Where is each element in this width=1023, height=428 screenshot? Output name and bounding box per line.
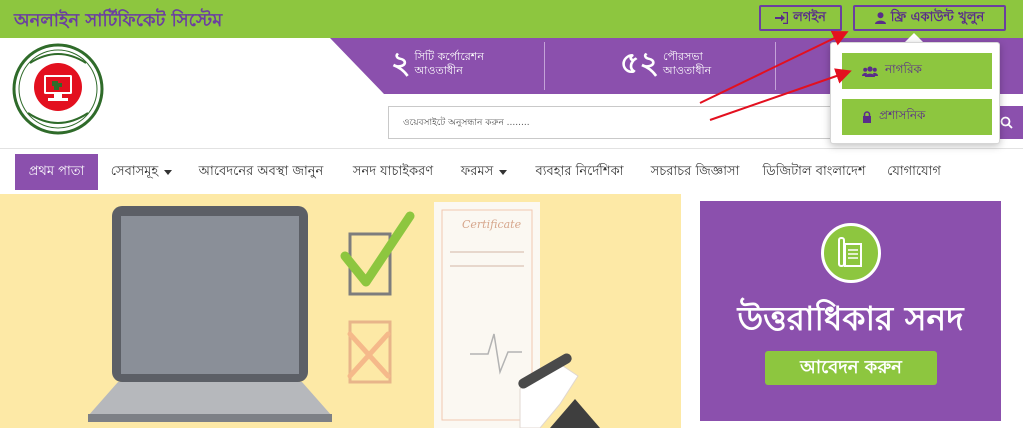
nav-certificate-verify[interactable]: সনদ যাচাইকরণ [341,154,445,190]
dropdown-citizen[interactable]: নাগরিক [842,53,992,89]
nav-contact-label: যোগাযোগ [887,163,941,179]
city-corporation-text: সিটি কর্পোরেশন আওতাধীন [415,50,484,79]
search-input[interactable]: ওয়েবসাইটে অনুসন্ধান করুন ........ [388,106,838,139]
page: অনলাইন সার্টিফিকেট সিস্টেম লগইন ফ্রি একা… [0,0,1023,428]
nav-digital-bangladesh-label: ডিজিটাল বাংলাদেশ [762,163,866,179]
dropdown-citizen-label: নাগরিক [885,62,922,76]
dropdown-administrative[interactable]: প্রশাসনিক [842,99,992,135]
nav-application-status-label: আবেদনের অবস্থা জানুন [198,163,324,179]
nav-services[interactable]: সেবাসমূহ [102,154,181,190]
dropdown-caret [905,33,923,42]
municipality-stat: ৫২ পৌরসভা আওতাধীন [620,44,711,84]
banner-title: উত্তরাধিকার সনদ [737,299,964,338]
signup-label: ফ্রি একাউন্ট খুলুন [890,9,985,25]
user-icon [874,12,886,24]
search-placeholder: ওয়েবসাইটে অনুসন্ধান করুন ........ [403,118,530,128]
document-icon [838,237,862,267]
city-corporation-stat: ২ সিটি কর্পোরেশন আওতাধীন [391,44,484,84]
nav-home-label: প্রথম পাতা [28,163,85,179]
nav-home[interactable]: প্রথম পাতা [15,154,98,190]
laptop-illustration [88,202,600,428]
chevron-down-icon [164,169,173,175]
nav-user-guide-label: ব্যবহার নির্দেশিকা [535,163,624,179]
municipality-text: পৌরসভা আওতাধীন [663,50,711,79]
nav-digital-bangladesh[interactable]: ডিজিটাল বাংলাদেশ [753,154,875,190]
nav-forms[interactable]: ফরমস [450,154,518,190]
municipality-line2: আওতাধীন [662,64,712,77]
prottoyon-logo[interactable] [12,43,104,135]
certificate-heading: Certificate [462,218,522,231]
signup-button[interactable]: ফ্রি একাউন্ট খুলুন [853,5,1006,31]
nav-faq-label: সচরাচর জিজ্ঞাসা [650,163,740,179]
nav-services-label: সেবাসমূহ [110,163,159,179]
account-type-dropdown: নাগরিক প্রশাসনিক [830,42,1000,144]
login-label: লগইন [793,9,826,25]
municipality-count: ৫২ [620,46,659,81]
login-button[interactable]: লগইন [759,5,842,31]
nav-certificate-verify-label: সনদ যাচাইকরণ [352,163,434,179]
chevron-down-icon [499,169,508,175]
dropdown-administrative-label: প্রশাসনিক [879,108,926,122]
users-icon [862,65,878,77]
city-corporation-line2: আওতাধীন [414,64,463,77]
city-corporation-line1: সিটি কর্পোরেশন [414,49,484,63]
nav-application-status[interactable]: আবেদনের অবস্থা জানুন [185,154,337,190]
top-bar: অনলাইন সার্টিফিকেট সিস্টেম লগইন ফ্রি একা… [0,0,1023,38]
banner-illustration: Certificate [0,194,681,428]
strip-divider [544,42,545,90]
strip-divider [775,42,776,90]
apply-button[interactable]: আবেদন করুন [765,351,937,385]
document-icon-circle [821,223,881,283]
lock-icon [863,111,871,123]
inheritance-certificate-banner: উত্তরাধিকার সনদ আবেদন করুন [700,201,1001,421]
nav-user-guide[interactable]: ব্যবহার নির্দেশিকা [522,154,637,190]
municipality-line1: পৌরসভা [662,49,703,63]
sign-in-icon [775,12,789,24]
nav-forms-label: ফরমস [460,163,494,179]
nav-faq[interactable]: সচরাচর জিজ্ঞাসা [641,154,749,190]
city-corporation-count: ২ [391,46,411,81]
search-icon [1000,116,1013,129]
main-nav: প্রথম পাতা সেবাসমূহ আবেদনের অবস্থা জানুন… [0,148,1023,194]
site-title: অনলাইন সার্টিফিকেট সিস্টেম [14,10,223,31]
nav-contact[interactable]: যোগাযোগ [879,154,949,190]
